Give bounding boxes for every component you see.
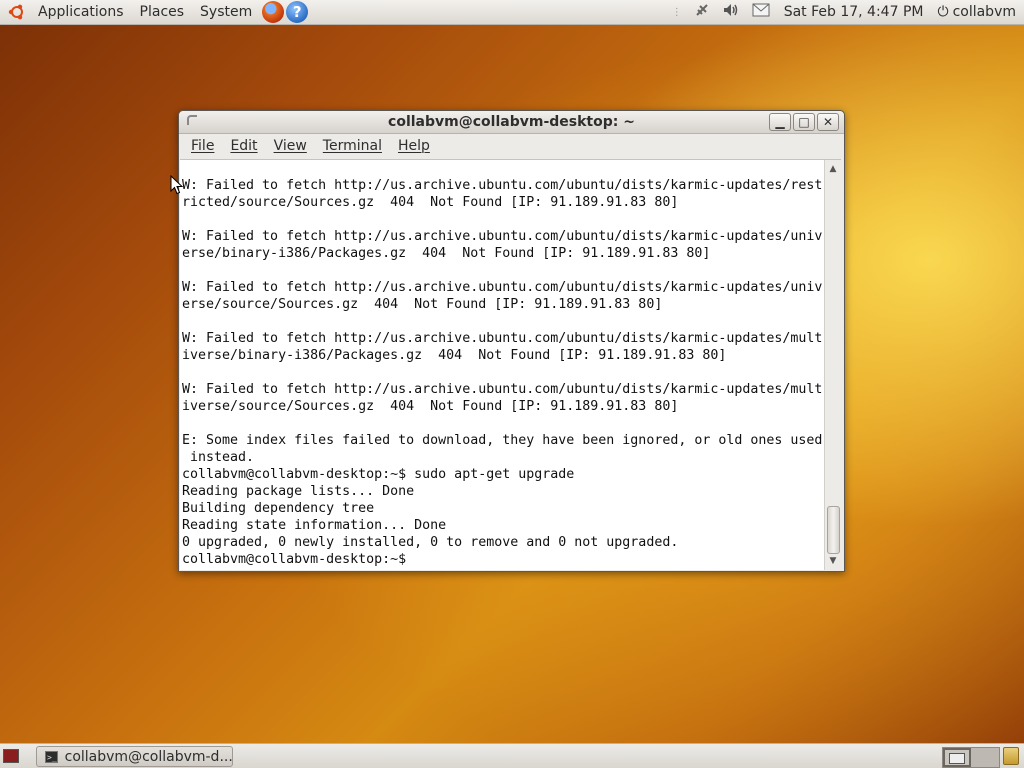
applications-menu[interactable]: Applications xyxy=(30,0,132,24)
terminal-window: collabvm@collabvm-desktop: ~ ▁ □ ✕ File … xyxy=(178,110,845,572)
mouse-pointer-icon xyxy=(170,174,184,195)
menu-terminal[interactable]: Terminal xyxy=(315,134,390,158)
menu-help[interactable]: Help xyxy=(390,134,438,158)
power-icon: ⏻ xyxy=(937,4,949,20)
network-icon[interactable] xyxy=(694,2,710,22)
menu-edit[interactable]: Edit xyxy=(222,134,265,158)
menu-view[interactable]: View xyxy=(266,134,315,158)
taskbar-terminal-button[interactable]: >_ collabvm@collabvm-d... xyxy=(36,746,233,767)
user-menu[interactable]: ⏻ collabvm xyxy=(937,4,1016,20)
vertical-scrollbar[interactable]: ▲ ▼ xyxy=(824,160,841,570)
top-panel: Applications Places System ? ⋮ Sat Feb 1… xyxy=(0,0,1024,25)
user-name: collabvm xyxy=(952,4,1016,20)
maximize-button[interactable]: □ xyxy=(793,113,815,131)
menu-file[interactable]: File xyxy=(183,134,222,158)
show-desktop-icon[interactable] xyxy=(3,749,19,763)
terminal-icon: >_ xyxy=(45,750,58,763)
terminal-menubar: File Edit View Terminal Help xyxy=(179,134,844,158)
trash-icon[interactable] xyxy=(1003,747,1019,765)
scrollbar-thumb[interactable] xyxy=(827,506,840,554)
window-title: collabvm@collabvm-desktop: ~ xyxy=(388,114,635,130)
clock[interactable]: Sat Feb 17, 4:47 PM xyxy=(784,4,924,20)
workspace-2[interactable] xyxy=(971,748,999,767)
bottom-panel: >_ collabvm@collabvm-d... xyxy=(0,743,1024,768)
workspace-switcher[interactable] xyxy=(942,747,1000,768)
taskbar-label: collabvm@collabvm-d... xyxy=(64,748,233,765)
minimize-button[interactable]: ▁ xyxy=(769,113,791,131)
help-icon[interactable]: ? xyxy=(286,1,309,23)
scroll-up-icon[interactable]: ▲ xyxy=(825,162,841,176)
terminal-output[interactable]: W: Failed to fetch http://us.archive.ubu… xyxy=(182,177,822,569)
mail-icon[interactable] xyxy=(752,3,770,21)
volume-icon[interactable] xyxy=(722,2,740,22)
window-titlebar[interactable]: collabvm@collabvm-desktop: ~ ▁ □ ✕ xyxy=(179,111,844,134)
terminal-area[interactable]: W: Failed to fetch http://us.archive.ubu… xyxy=(180,159,841,570)
tray-handle-icon: ⋮ xyxy=(671,6,682,18)
ubuntu-logo-icon[interactable] xyxy=(8,3,26,21)
workspace-1[interactable] xyxy=(943,748,971,767)
system-menu[interactable]: System xyxy=(192,0,260,24)
panel-tray: ⋮ Sat Feb 17, 4:47 PM ⏻ collabvm xyxy=(666,0,1024,24)
places-menu[interactable]: Places xyxy=(132,0,193,24)
firefox-icon[interactable] xyxy=(262,1,285,23)
close-button[interactable]: ✕ xyxy=(817,113,839,131)
scroll-down-icon[interactable]: ▼ xyxy=(825,554,841,568)
